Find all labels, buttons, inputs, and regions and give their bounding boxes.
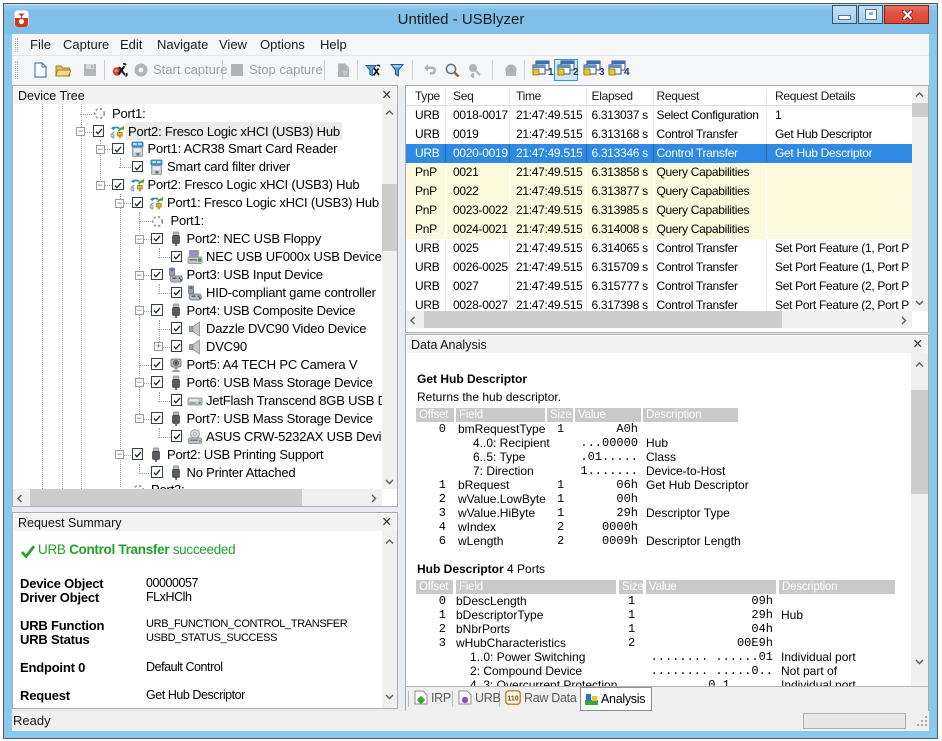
- svg-text:110: 110: [507, 696, 518, 703]
